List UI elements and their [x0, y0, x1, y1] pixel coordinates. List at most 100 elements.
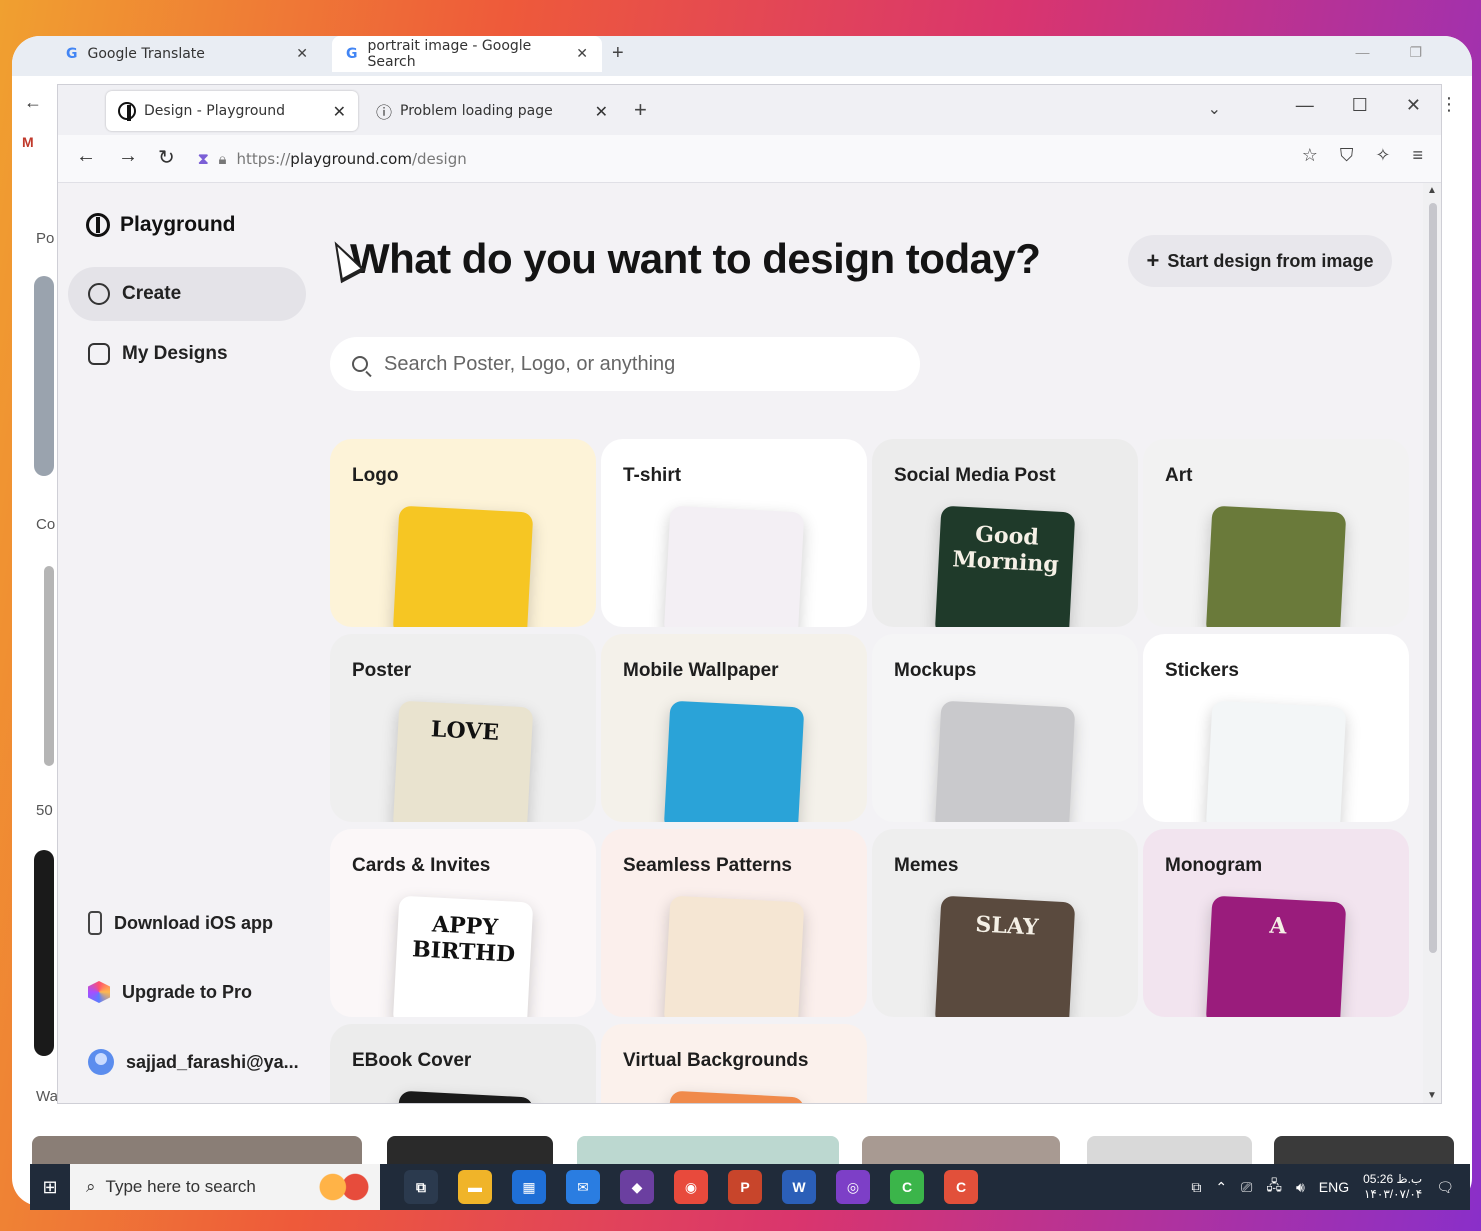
task-view-icon[interactable]: ⧉ — [404, 1170, 438, 1204]
new-tab-icon[interactable]: + — [612, 42, 624, 65]
category-card[interactable]: Virtual Backgrounds — [601, 1024, 867, 1103]
desktop-switch-icon[interactable]: ⧉ — [1191, 1179, 1201, 1196]
tab-problem-loading[interactable]: ⓘ Problem loading page ✕ — [364, 91, 620, 131]
category-card[interactable]: Stickers — [1143, 634, 1409, 822]
category-thumbnail: A — [1205, 895, 1347, 1017]
category-thumbnail: LOVE — [392, 700, 534, 822]
user-account[interactable]: sajjad_farashi@ya... — [88, 1049, 299, 1075]
outer-tab-google-search[interactable]: G portrait image - Google Search ✕ — [332, 36, 602, 72]
url-text[interactable]: https://playground.com/design — [237, 150, 467, 168]
category-card[interactable]: Seamless Patterns — [601, 829, 867, 1017]
thumbnail[interactable] — [44, 566, 54, 766]
restore-icon[interactable]: ❐ — [1409, 44, 1422, 61]
windows-start-icon[interactable]: ⊞ — [30, 1164, 70, 1210]
camtasia-green-icon[interactable]: C — [890, 1170, 924, 1204]
category-card[interactable]: Poster LOVE — [330, 634, 596, 822]
clock[interactable]: 05:26 ب.ظ ۱۴۰۳/۰۷/۰۴ — [1363, 1172, 1422, 1202]
brand[interactable]: Playground — [86, 213, 236, 237]
minimize-icon[interactable]: — — [1296, 95, 1314, 116]
store-icon[interactable]: ▦ — [512, 1170, 546, 1204]
outer-tab-label: Google Translate — [87, 46, 205, 62]
gmail-icon[interactable]: M — [22, 134, 34, 150]
taskbar-search-label: Type here to search — [105, 1177, 256, 1196]
file-explorer-icon[interactable]: ▬ — [458, 1170, 492, 1204]
tracking-protection-icon[interactable]: ⧗ — [198, 150, 209, 168]
page-title: What do you want to design today? — [350, 235, 1041, 282]
scrollbar-thumb[interactable] — [1429, 203, 1437, 953]
page-scrollbar[interactable]: ▲ ▼ — [1423, 183, 1441, 1103]
tor-icon[interactable]: ◎ — [836, 1170, 870, 1204]
avatar — [88, 1049, 114, 1075]
search-input[interactable] — [384, 352, 884, 376]
hamburger-menu-icon[interactable]: ≡ — [1412, 145, 1423, 166]
git-icon[interactable]: ◆ — [620, 1170, 654, 1204]
mail-icon[interactable]: ✉ — [566, 1170, 600, 1204]
side-snippet: 50 — [36, 802, 53, 819]
bookmark-star-icon[interactable]: ☆ — [1302, 145, 1318, 166]
category-thumbnail — [934, 700, 1076, 822]
category-card-title: Stickers — [1165, 660, 1239, 681]
close-icon[interactable]: ✕ — [333, 102, 346, 121]
category-thumbnail — [663, 895, 805, 1017]
back-icon[interactable]: ← — [24, 92, 42, 113]
taskbar-search[interactable]: ⌕ Type here to search — [70, 1164, 380, 1210]
download-ios-link[interactable]: Download iOS app — [88, 911, 273, 935]
upgrade-pro-link[interactable]: Upgrade to Pro — [88, 981, 252, 1003]
reload-icon[interactable]: ↻ — [158, 145, 175, 170]
chevron-down-icon[interactable]: ⌄ — [1208, 99, 1221, 119]
category-card[interactable]: Memes SLAY — [872, 829, 1138, 1017]
notifications-icon[interactable]: 🗨︎ — [1436, 1179, 1454, 1196]
start-design-from-image-button[interactable]: + Start design from image — [1128, 235, 1392, 287]
menu-dots-icon[interactable]: ⋮ — [1440, 94, 1458, 115]
close-icon[interactable]: ✕ — [595, 102, 608, 121]
sidebar-item-create[interactable]: Create — [68, 267, 306, 321]
back-icon[interactable]: ← — [76, 145, 96, 168]
tab-design-playground[interactable]: Design - Playground ✕ — [106, 91, 358, 131]
shield-icon[interactable]: ⛉ — [1340, 145, 1354, 166]
playground-page: Playground Create My Designs Download iO… — [58, 183, 1423, 1103]
category-card[interactable]: Social Media Post Good Morning — [872, 439, 1138, 627]
powerpoint-icon[interactable]: P — [728, 1170, 762, 1204]
sidebar-item-my-designs[interactable]: My Designs — [68, 327, 306, 381]
outer-tab-label: portrait image - Google Search — [367, 38, 532, 70]
category-card[interactable]: Mockups — [872, 634, 1138, 822]
clock-date: ۱۴۰۳/۰۷/۰۴ — [1363, 1187, 1423, 1201]
chrome-icon[interactable]: ◉ — [674, 1170, 708, 1204]
category-card[interactable]: Art — [1143, 439, 1409, 627]
upgrade-label: Upgrade to Pro — [122, 981, 253, 1002]
close-icon[interactable]: ✕ — [296, 46, 308, 62]
camtasia-red-icon[interactable]: C — [944, 1170, 978, 1204]
forward-icon[interactable]: → — [118, 145, 138, 168]
scroll-up-icon[interactable]: ▲ — [1427, 185, 1437, 196]
category-card[interactable]: Monogram A — [1143, 829, 1409, 1017]
meet-icon[interactable]: ⎚ — [1241, 1179, 1252, 1196]
category-card[interactable]: T-shirt — [601, 439, 867, 627]
category-card[interactable]: EBook Cover — [330, 1024, 596, 1103]
category-card[interactable]: Cards & Invites APPY BIRTHD — [330, 829, 596, 1017]
language-indicator[interactable]: ENG — [1319, 1179, 1349, 1195]
outer-tab-google-translate[interactable]: G Google Translate ✕ — [52, 36, 322, 72]
thumbnail[interactable] — [34, 850, 54, 1056]
maximize-icon[interactable]: ☐ — [1352, 95, 1368, 116]
scroll-down-icon[interactable]: ▼ — [1427, 1090, 1437, 1101]
chevron-up-icon[interactable]: ⌃ — [1215, 1179, 1227, 1196]
category-card[interactable]: Mobile Wallpaper — [601, 634, 867, 822]
side-snippet: Co — [36, 516, 56, 533]
category-thumbnail — [392, 505, 534, 627]
category-thumbnail — [392, 1090, 534, 1103]
network-icon[interactable]: 🖧︎ — [1266, 1175, 1282, 1199]
brand-name: Playground — [120, 213, 236, 236]
url-bar[interactable]: ⧗ 🔒︎ https://playground.com/design — [198, 141, 1291, 177]
thumbnail[interactable] — [34, 276, 54, 476]
minimize-icon[interactable]: — — [1355, 44, 1369, 61]
lock-icon[interactable]: 🔒︎ — [219, 150, 227, 168]
new-tab-icon[interactable]: + — [634, 97, 647, 123]
category-card-title: Cards & Invites — [352, 855, 491, 876]
search-bar[interactable] — [330, 337, 920, 391]
category-card[interactable]: Logo — [330, 439, 596, 627]
word-icon[interactable]: W — [782, 1170, 816, 1204]
volume-icon[interactable]: 🔊︎ — [1296, 1179, 1305, 1196]
close-icon[interactable]: ✕ — [576, 46, 588, 62]
close-window-icon[interactable]: ✕ — [1406, 95, 1421, 116]
extensions-icon[interactable]: ✧ — [1375, 145, 1390, 166]
